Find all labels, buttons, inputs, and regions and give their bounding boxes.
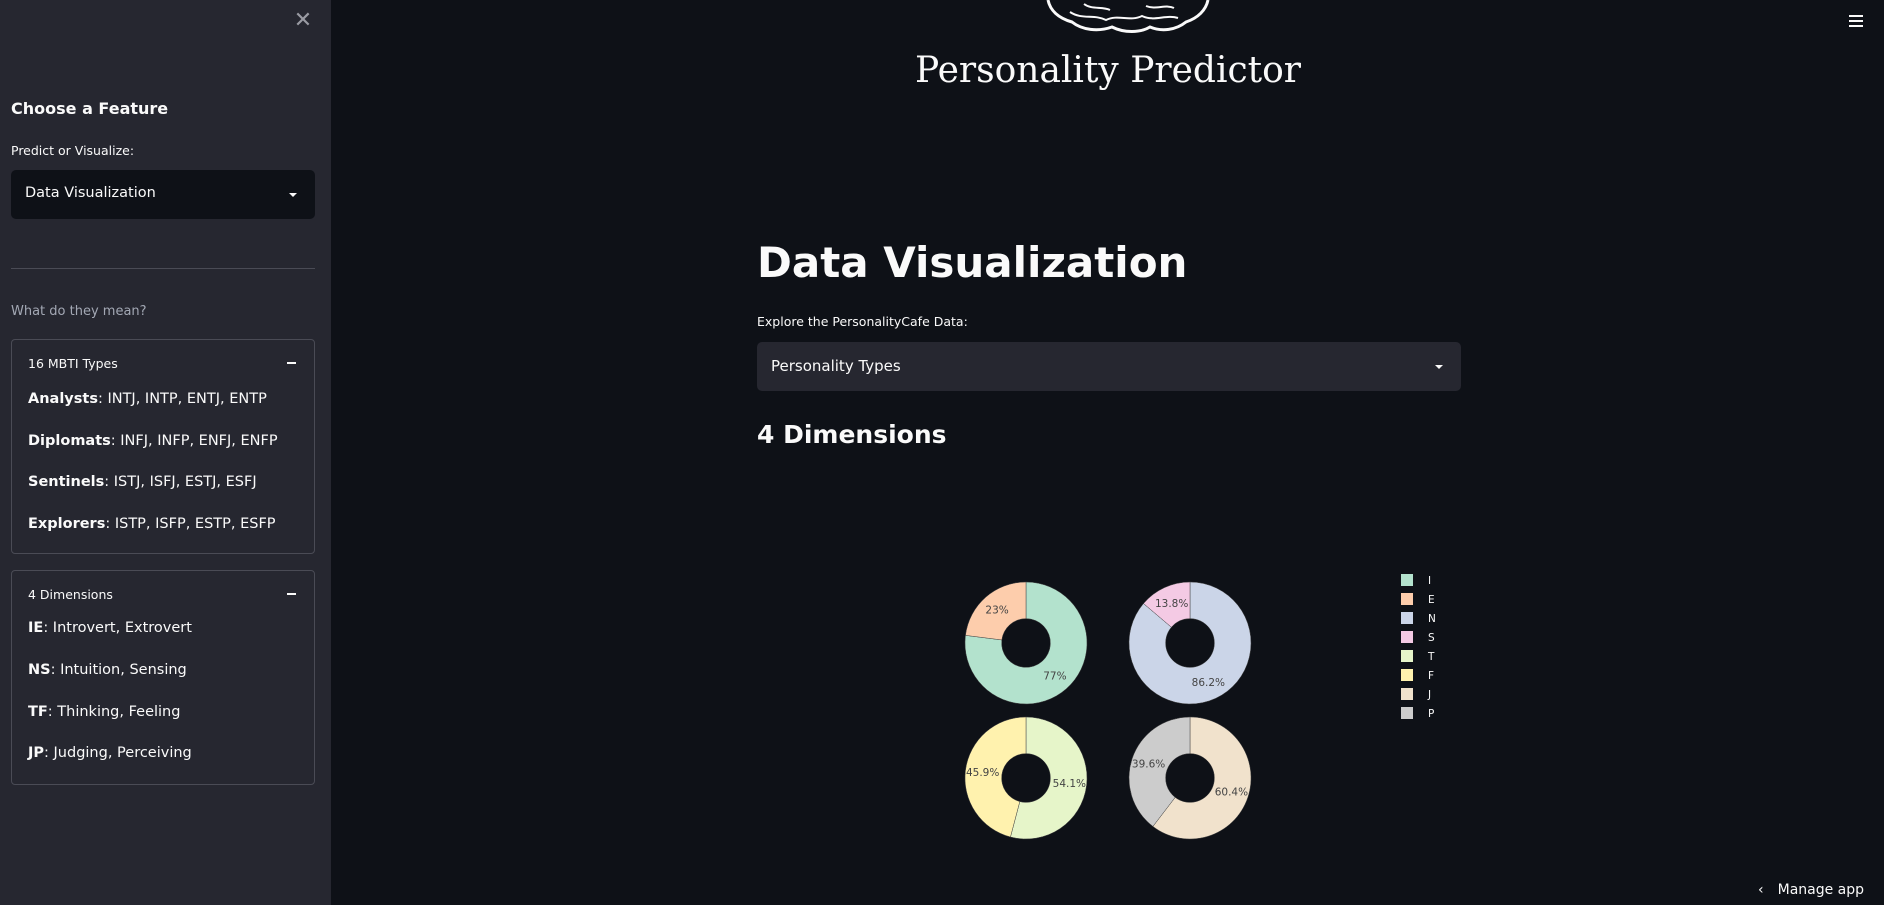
expander-dimensions: 4 Dimensions IE: Introvert, Extrovert NS…: [11, 570, 315, 785]
section-title: 4 Dimensions: [757, 420, 947, 449]
caret-down-icon: [289, 193, 297, 197]
expander-line: Sentinels: ISTJ, ISFJ, ESTJ, ESFJ: [28, 474, 257, 490]
expander-line: NS: Intuition, Sensing: [28, 662, 187, 678]
explore-select[interactable]: Personality Types: [757, 342, 1461, 391]
line-term: TF: [28, 704, 48, 720]
manage-app-button[interactable]: ‹ Manage app: [1758, 882, 1864, 898]
expander-line: TF: Thinking, Feeling: [28, 704, 180, 720]
legend-swatch-I[interactable]: [1401, 574, 1413, 586]
legend-label-P[interactable]: P: [1428, 708, 1434, 720]
line-desc: : Thinking, Feeling: [47, 704, 181, 720]
sidebar: ✕ Choose a Feature Predict or Visualize:…: [0, 0, 331, 905]
manage-app-label: Manage app: [1777, 882, 1865, 898]
line-term: IE: [28, 620, 44, 636]
line-desc: : INTJ, INTP, ENTJ, ENTP: [97, 391, 267, 407]
legend-swatch-E[interactable]: [1401, 593, 1413, 605]
expander-line: IE: Introvert, Extrovert: [28, 620, 192, 636]
slice-label: 13.8%: [1155, 598, 1188, 610]
sidebar-subheading: What do they mean?: [11, 304, 147, 319]
expander-line: Diplomats: INFJ, INFP, ENFJ, ENFP: [28, 433, 278, 449]
collapse-icon[interactable]: [287, 362, 296, 364]
legend-label-J[interactable]: J: [1427, 689, 1431, 701]
line-term: JP: [28, 745, 45, 761]
line-desc: : ISTJ, ISFJ, ESTJ, ESFJ: [104, 474, 257, 490]
line-term: Sentinels: [28, 474, 105, 490]
close-sidebar-icon[interactable]: ✕: [292, 10, 314, 32]
feature-select-value: Data Visualization: [25, 185, 156, 201]
slice-label: 45.9%: [966, 767, 999, 779]
legend-label-S[interactable]: S: [1428, 632, 1435, 644]
page-title: Data Visualization: [757, 238, 1188, 287]
slice-label: 60.4%: [1215, 787, 1248, 799]
brain-logo-icon: [1046, 0, 1210, 33]
legend-swatch-J[interactable]: [1401, 688, 1413, 700]
legend-label-N[interactable]: N: [1428, 613, 1436, 625]
legend-swatch-T[interactable]: [1401, 650, 1413, 662]
line-desc: : Judging, Perceiving: [44, 745, 192, 761]
explore-select-value: Personality Types: [771, 357, 901, 375]
line-desc: : ISTP, ISFP, ESTP, ESFP: [105, 516, 276, 532]
line-desc: : Introvert, Extrovert: [43, 620, 192, 636]
expander-line: Analysts: INTJ, INTP, ENTJ, ENTP: [28, 391, 267, 407]
line-term: NS: [28, 662, 51, 678]
expander-header[interactable]: 4 Dimensions: [28, 587, 113, 602]
legend-swatch-N[interactable]: [1401, 612, 1413, 624]
caret-down-icon: [1435, 365, 1443, 369]
expander-mbti-types: 16 MBTI Types Analysts: INTJ, INTP, ENTJ…: [11, 339, 315, 554]
slice-label: 23%: [985, 605, 1008, 617]
slice-label: 39.6%: [1132, 758, 1165, 770]
legend-swatch-S[interactable]: [1401, 631, 1413, 643]
expander-line: JP: Judging, Perceiving: [28, 745, 192, 761]
sidebar-heading: Choose a Feature: [11, 99, 169, 118]
slice-label: 54.1%: [1053, 778, 1086, 790]
expander-line: Explorers: ISTP, ISFP, ESTP, ESFP: [28, 516, 276, 532]
sidebar-divider: [11, 268, 315, 269]
legend-label-F[interactable]: F: [1428, 670, 1434, 682]
dimensions-pie-chart: 77% 23% 86.2% 13.8% 54.1% 45.9% 60.4% 39.6% IENS…: [964, 574, 1436, 840]
feature-select[interactable]: Data Visualization: [11, 170, 315, 219]
legend-label-E[interactable]: E: [1428, 594, 1435, 606]
expander-header[interactable]: 16 MBTI Types: [28, 356, 118, 371]
collapse-icon[interactable]: [287, 593, 296, 595]
line-desc: : INFJ, INFP, ENFJ, ENFP: [110, 433, 278, 449]
hamburger-menu-icon[interactable]: [1849, 15, 1863, 29]
chevron-left-icon: ‹: [1758, 882, 1764, 898]
legend-swatch-P[interactable]: [1401, 707, 1413, 719]
line-desc: : Intuition, Sensing: [50, 662, 187, 678]
slice-label: 77%: [1043, 670, 1066, 682]
line-term: Explorers: [28, 516, 106, 532]
slice-label: 86.2%: [1192, 677, 1225, 689]
line-term: Diplomats: [28, 433, 111, 449]
legend-swatch-F[interactable]: [1401, 669, 1413, 681]
legend-label-I[interactable]: I: [1428, 575, 1431, 587]
explore-select-label: Explore the PersonalityCafe Data:: [757, 314, 968, 329]
legend-label-T[interactable]: T: [1427, 651, 1435, 663]
feature-select-label: Predict or Visualize:: [11, 143, 135, 158]
line-term: Analysts: [28, 391, 98, 407]
app-title: Personality Predictor: [915, 50, 1301, 91]
